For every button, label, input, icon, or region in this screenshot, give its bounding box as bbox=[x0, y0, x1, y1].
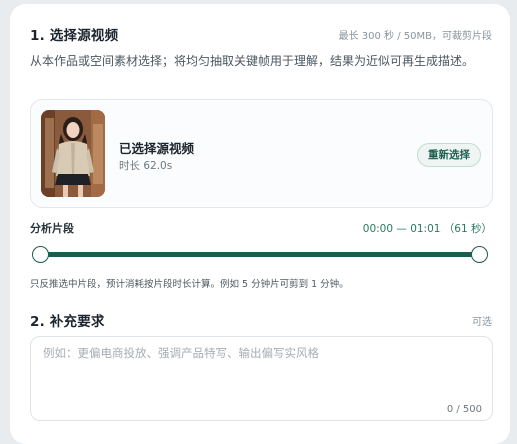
reselect-button[interactable]: 重新选择 bbox=[417, 143, 481, 167]
section-source-title: 1. 选择源视频 bbox=[30, 28, 119, 44]
character-counter: 0 / 500 bbox=[446, 404, 482, 415]
segment-range-readout: 00:00 — 01:01 （61 秒） bbox=[362, 223, 492, 235]
source-title: 已选择源视频 bbox=[119, 141, 195, 156]
section-requirements-header: 2. 补充要求 可选 bbox=[30, 310, 492, 330]
selected-source-card: 已选择源视频 时长 62.0s 重新选择 bbox=[30, 99, 493, 208]
segment-end-handle[interactable] bbox=[471, 246, 488, 263]
panel-card: 1. 选择源视频 最长 300 秒 / 50MB，可裁剪片段 从本作品或空间素材… bbox=[10, 4, 510, 444]
segment-label: 分析片段 bbox=[30, 222, 74, 235]
optional-note: 可选 bbox=[472, 316, 492, 328]
requirements-field[interactable]: 0 / 500 bbox=[30, 336, 493, 421]
section-requirements-title: 2. 补充要求 bbox=[30, 314, 105, 330]
segment-range-slider[interactable] bbox=[32, 245, 488, 265]
source-duration: 时长 62.0s bbox=[119, 160, 173, 172]
section-source-header: 1. 选择源视频 最长 300 秒 / 50MB，可裁剪片段 bbox=[30, 24, 492, 44]
video-thumbnail bbox=[41, 110, 105, 197]
slider-track[interactable] bbox=[40, 252, 480, 257]
video-thumbnail-image bbox=[41, 110, 105, 197]
source-description: 从本作品或空间素材选择；将均匀抽取关键帧用于理解，结果为近似可再生成描述。 bbox=[30, 54, 475, 68]
segment-start-handle[interactable] bbox=[32, 246, 49, 263]
source-limit-note: 最长 300 秒 / 50MB，可裁剪片段 bbox=[338, 30, 492, 42]
segment-hint: 只反推选中片段，预计消耗按片段时长计算。例如 5 分钟片可剪到 1 分钟。 bbox=[30, 279, 349, 290]
requirements-textarea[interactable] bbox=[41, 343, 485, 399]
